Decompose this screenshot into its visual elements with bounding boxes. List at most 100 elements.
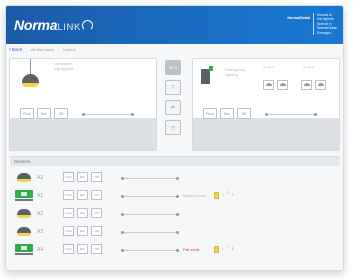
function-button[interactable]: Fnce — [63, 226, 74, 236]
signal-icon: ꜛ — [226, 192, 230, 198]
lamp-wire — [30, 59, 31, 74]
off-button[interactable]: Off — [91, 208, 102, 218]
device-row[interactable]: A2 Fnce Dim Off — [15, 172, 335, 185]
dim-button[interactable]: Dim — [77, 190, 88, 200]
device-buttons: Fnce Dim Off — [63, 208, 102, 218]
slider-start-dot — [121, 249, 124, 252]
device-buttons: Fnce Dim Off — [63, 172, 102, 182]
off-button[interactable]: Off — [91, 172, 102, 182]
lamp-icon — [304, 83, 310, 86]
lamp-icon — [318, 83, 324, 86]
slider-start-dot — [121, 213, 124, 216]
devices-header: Devices — [10, 156, 340, 166]
status-icons: ♁ ꜛ ♪ — [214, 192, 234, 199]
off-button[interactable]: Off — [91, 190, 102, 200]
device-row[interactable]: A3 Fnce Dim Off — [15, 226, 335, 239]
pendant-lamp-icon — [15, 226, 33, 238]
panel-floor — [193, 118, 339, 150]
device-name: A4 — [37, 247, 44, 253]
function-button[interactable]: Fnce — [63, 208, 74, 218]
function-button[interactable]: Fnce — [203, 108, 217, 119]
slider-end-dot[interactable] — [176, 195, 179, 198]
panel-label: Luminaire highlighted — [54, 61, 74, 71]
off-button[interactable]: Off — [91, 226, 102, 236]
slider-start-dot — [121, 195, 124, 198]
pendant-lamp-icon — [15, 172, 33, 184]
dim-slider[interactable] — [121, 213, 179, 216]
emergency-buttons: Fnce Dim Off — [203, 108, 251, 119]
dim-button[interactable]: Dim — [77, 172, 88, 182]
app-logo: NormaLINK — [14, 17, 93, 33]
dim-slider[interactable] — [121, 177, 179, 180]
dim-slider[interactable] — [82, 113, 134, 116]
slider-start-dot — [82, 113, 85, 116]
group-label: Group 1 — [263, 65, 274, 69]
group-lamp-tile[interactable] — [315, 80, 326, 90]
dim-button[interactable]: Dim — [77, 226, 88, 236]
lamp-light-icon — [22, 83, 39, 87]
pendant-lamp-icon — [22, 74, 39, 83]
back-button[interactable]: ‹ Back — [9, 47, 23, 53]
panel-floor — [10, 118, 156, 150]
dim-slider[interactable] — [121, 231, 179, 234]
group-lamp-tile[interactable] — [301, 80, 312, 90]
function-button[interactable]: Fnce — [63, 190, 74, 200]
logo-sub-text: LINK — [57, 22, 81, 33]
breadcrumb: ‹ Back All test users Level 1 — [6, 44, 343, 55]
brand-tagline: Normal at the highest Normal in NormaGlo… — [317, 13, 337, 35]
lamp-icon — [266, 83, 272, 86]
slider-end-dot[interactable] — [176, 213, 179, 216]
dim-button[interactable]: Dim — [77, 244, 88, 254]
link-button[interactable]: ⇄ — [165, 100, 181, 115]
off-button[interactable]: Off — [54, 108, 68, 119]
battery-icon — [214, 192, 219, 199]
dim-slider[interactable] — [121, 249, 179, 252]
brand-divider — [313, 13, 314, 35]
device-name: A2 — [37, 211, 44, 217]
device-buttons: Fnce Dim Off — [63, 190, 102, 200]
emergency-panel: Emergency lighting Group 1 Group 2 Fnce … — [192, 58, 340, 151]
dim-button[interactable]: Dim — [77, 208, 88, 218]
luminaire-buttons: Fnce Dim Off — [20, 108, 68, 119]
device-buttons: Fnce Dim Off — [63, 244, 102, 254]
group-lamp-tile[interactable] — [263, 80, 274, 90]
lamp-icon — [280, 83, 286, 86]
function-button[interactable]: Fnce — [20, 108, 34, 119]
status-icons: ♁ ꜛ ♪ — [214, 246, 234, 253]
slider-end-dot[interactable] — [176, 249, 179, 252]
off-button[interactable]: Off — [237, 108, 251, 119]
breadcrumb-item[interactable]: Level 1 — [63, 47, 76, 52]
slider-end-dot[interactable] — [131, 113, 134, 116]
group-lamp-tile[interactable] — [277, 80, 288, 90]
exit-sign-icon — [15, 190, 33, 202]
logo-main-text: Norma — [14, 17, 58, 33]
logo-ring-icon — [81, 20, 93, 31]
slider-end-dot[interactable] — [176, 231, 179, 234]
device-row[interactable]: A2 Fnce Dim Off — [15, 208, 335, 221]
alert-icon: ♪ — [231, 192, 234, 198]
back-label: Back — [12, 47, 23, 52]
slider-end-dot[interactable] — [314, 113, 317, 116]
dim-slider[interactable] — [121, 195, 179, 198]
device-row[interactable]: A1 Fnce Dim Off Normal mode ♁ ꜛ ♪ — [15, 190, 335, 203]
device-row[interactable]: A4 Fnce Dim Off Fail mode ♁ ꜛ ♪ — [15, 244, 335, 257]
status-text: Fail mode — [183, 248, 200, 252]
control-column: INFO T ⇄ ◷ — [165, 60, 182, 135]
status-text: Normal mode — [183, 194, 206, 198]
brand-block: NormaGlobal Normal at the highest Normal… — [287, 13, 337, 37]
off-button[interactable]: Off — [91, 244, 102, 254]
lamp-status-icon: ♁ — [221, 192, 225, 198]
info-button[interactable]: INFO — [165, 60, 181, 75]
signal-icon: ꜛ — [226, 246, 230, 252]
clock-button[interactable]: ◷ — [165, 120, 181, 135]
function-button[interactable]: Fnce — [63, 244, 74, 254]
dim-button[interactable]: Dim — [37, 108, 51, 119]
t-button[interactable]: T — [165, 80, 181, 95]
breadcrumb-item[interactable]: All test users — [31, 47, 54, 52]
slider-end-dot[interactable] — [176, 177, 179, 180]
dim-button[interactable]: Dim — [220, 108, 234, 119]
dim-slider[interactable] — [265, 113, 317, 116]
battery-icon — [214, 246, 219, 253]
exit-sign-icon — [15, 244, 33, 256]
function-button[interactable]: Fnce — [63, 172, 74, 182]
